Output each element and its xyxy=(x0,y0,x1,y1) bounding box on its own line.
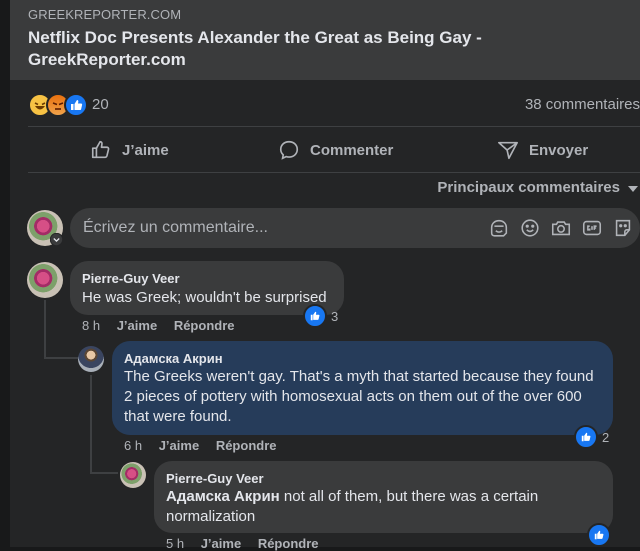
commenter-avatar[interactable] xyxy=(120,462,146,488)
comment-meta: 5 h J’aime Répondre xyxy=(166,536,318,551)
comment-like-link[interactable]: J’aime xyxy=(201,536,241,551)
comment-reaction-badge[interactable]: 2 xyxy=(574,425,610,449)
mention-link[interactable]: Адамска Акрин xyxy=(166,488,280,505)
comment-sort-dropdown[interactable]: Principaux commentaires xyxy=(437,179,620,196)
emoji-icon[interactable] xyxy=(519,217,541,239)
like-icon xyxy=(587,523,611,547)
comment-bubble-highlighted: Адамска Акрин The Greeks weren't gay. Th… xyxy=(112,341,613,435)
link-title[interactable]: Netflix Doc Presents Alexander the Great… xyxy=(28,27,628,71)
comment-time[interactable]: 5 h xyxy=(166,536,184,551)
comment-reply-link[interactable]: Répondre xyxy=(258,536,319,551)
divider xyxy=(28,172,640,173)
comment-label: Commenter xyxy=(310,141,394,159)
comment-time[interactable]: 8 h xyxy=(82,318,100,333)
reaction-count[interactable]: 20 xyxy=(92,96,109,113)
comment-count[interactable]: 38 commentaires xyxy=(525,96,640,113)
thread-line xyxy=(90,375,92,473)
comment-like-link[interactable]: J’aime xyxy=(117,318,157,333)
like-icon xyxy=(574,425,598,449)
sticker-icon[interactable] xyxy=(612,217,634,239)
reactions-summary: 20 38 commentaires xyxy=(28,92,640,117)
send-icon xyxy=(498,141,518,160)
comment-text: Адамска Акрин not all of them, but there… xyxy=(166,487,566,527)
thumbs-up-icon xyxy=(91,140,110,159)
comment-input[interactable]: Écrivez un commentaire... xyxy=(83,219,268,237)
comment-reply-link[interactable]: Répondre xyxy=(174,318,235,333)
reaction-count: 3 xyxy=(331,308,339,324)
comment-button[interactable]: Commenter xyxy=(278,136,393,164)
comment-icon xyxy=(279,140,299,160)
send-label: Envoyer xyxy=(529,141,589,159)
composer-tools xyxy=(488,217,634,239)
comment-reaction-badge[interactable]: 3 xyxy=(303,304,339,328)
comment-composer[interactable]: Écrivez un commentaire... xyxy=(70,208,640,248)
comment-text: The Greeks weren't gay. That's a myth th… xyxy=(124,368,594,425)
reaction-icons[interactable] xyxy=(28,93,88,117)
like-icon xyxy=(64,93,88,117)
link-domain: GREEKREPORTER.COM xyxy=(28,7,182,22)
comment-author[interactable]: Pierre-Guy Veer xyxy=(82,271,180,286)
avatar-sticker-icon[interactable] xyxy=(488,217,510,239)
gif-icon[interactable] xyxy=(581,217,603,239)
like-label: J’aime xyxy=(122,141,169,159)
comment-bubble: Pierre-Guy Veer Адамска Акрин not all of… xyxy=(154,461,613,533)
comment-meta: 8 h J’aime Répondre xyxy=(82,318,234,333)
comment-reply-link[interactable]: Répondre xyxy=(216,438,277,453)
chevron-down-icon[interactable] xyxy=(628,186,638,192)
commenter-avatar[interactable] xyxy=(27,262,63,298)
comment-author[interactable]: Адамска Акрин xyxy=(124,351,223,366)
divider xyxy=(28,126,640,127)
like-button[interactable]: J’aime xyxy=(90,136,169,164)
comment-meta: 6 h J’aime Répondre xyxy=(124,438,276,453)
camera-icon[interactable] xyxy=(550,217,572,239)
comment-text: He was Greek; wouldn't be surprised xyxy=(82,289,327,306)
thread-line xyxy=(44,300,46,358)
thread-line xyxy=(90,472,118,474)
comment-like-link[interactable]: J’aime xyxy=(159,438,199,453)
send-button[interactable]: Envoyer xyxy=(497,136,588,164)
like-icon xyxy=(303,304,327,328)
commenter-avatar[interactable] xyxy=(78,346,104,372)
thread-line xyxy=(44,357,78,359)
comment-reaction-badge[interactable] xyxy=(587,523,611,547)
reaction-count: 2 xyxy=(602,429,610,445)
comment-time[interactable]: 6 h xyxy=(124,438,142,453)
comment-author[interactable]: Pierre-Guy Veer xyxy=(166,471,264,486)
link-preview-card[interactable]: GREEKREPORTER.COM Netflix Doc Presents A… xyxy=(10,0,640,80)
avatar-chevron-icon[interactable] xyxy=(50,233,63,246)
